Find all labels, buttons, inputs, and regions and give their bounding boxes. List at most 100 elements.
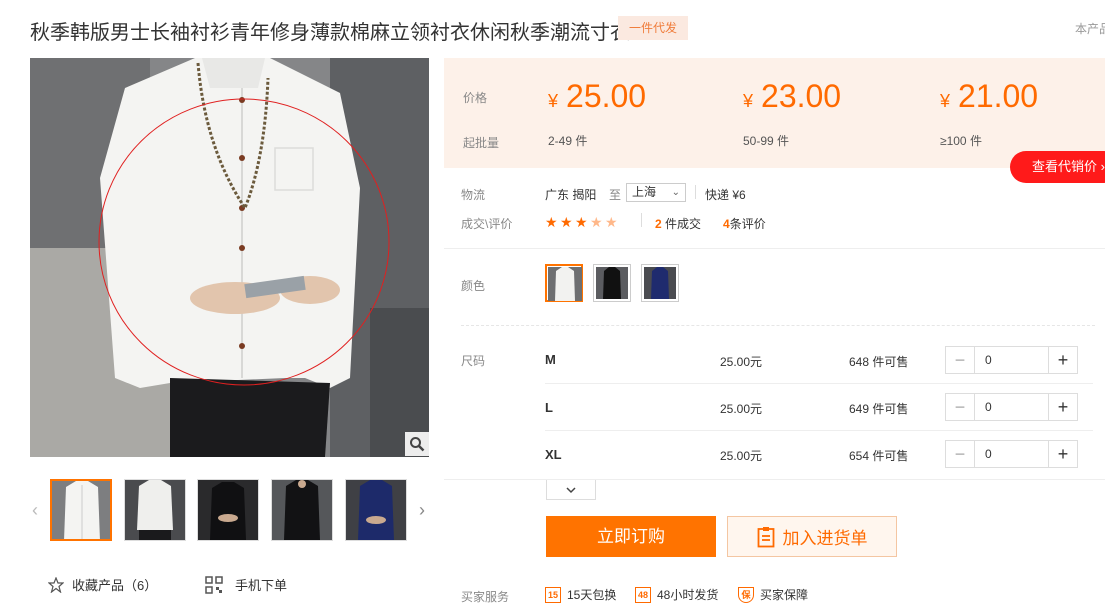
tier-qty: 2-49 (548, 134, 573, 148)
currency-symbol: ¥ (743, 91, 754, 111)
divider (461, 325, 1095, 326)
color-swatch-black[interactable] (593, 264, 631, 302)
quantity-input[interactable]: 0 (975, 347, 1048, 373)
tier-unit: 件 (575, 134, 588, 148)
main-product-image[interactable] (30, 58, 429, 457)
size-price: 25.00元 (720, 355, 763, 369)
size-name: XL (545, 447, 562, 462)
quantity-stepper: − 0 + (945, 393, 1078, 421)
star-outline-icon (48, 576, 64, 593)
size-price: 25.00元 (720, 402, 763, 416)
price-tier-2: ¥23.00 50-99 件 (743, 78, 841, 149)
tier-price: 21.00 (958, 78, 1039, 114)
minus-icon[interactable]: − (946, 441, 975, 467)
price-panel: 价格 起批量 ¥25.00 2-49 件 ¥23.00 50-99 件 ¥21.… (444, 58, 1105, 168)
tier-unit: 件 (777, 134, 790, 148)
rating-star-icon: ★ (545, 214, 558, 230)
divider (545, 383, 1093, 384)
price-tier-1: ¥25.00 2-49 件 (548, 78, 646, 149)
size-name: M (545, 352, 556, 367)
color-swatch-white[interactable] (545, 264, 583, 302)
zoom-icon[interactable] (405, 432, 429, 456)
service-text: 15天包换 (567, 588, 617, 602)
deals-label: 成交\评价 (461, 217, 513, 231)
tier-qty: ≥100 (940, 134, 967, 148)
chevron-down-icon (566, 486, 576, 493)
service-text: 买家保障 (760, 588, 809, 602)
dropship-label: 查看代销价 (1032, 159, 1098, 174)
service-exchange: 15 15天包换 (545, 586, 616, 603)
divider (444, 479, 1105, 480)
plus-icon[interactable]: + (1048, 394, 1077, 420)
rating-star-icon: ★ (590, 214, 603, 230)
rating-star-icon: ★ (575, 214, 588, 230)
minus-icon[interactable]: − (946, 347, 975, 373)
service-protection: 保 买家保障 (738, 586, 808, 603)
service-shipping: 48 48小时发货 (635, 586, 718, 603)
quantity-input[interactable]: 0 (975, 441, 1048, 467)
chevron-down-icon: ⌄ (671, 187, 680, 198)
clipboard-icon (757, 526, 774, 547)
deal-suffix: 件成交 (665, 217, 702, 231)
plus-icon[interactable]: + (1048, 347, 1077, 373)
dropship-badge[interactable]: 一件代发 (618, 16, 688, 40)
size-label: 尺码 (461, 354, 486, 368)
tier-price: 25.00 (566, 78, 647, 114)
review-count-value: 4 (723, 217, 730, 231)
size-stock: 654 件可售 (849, 449, 909, 463)
add-to-cart-button[interactable]: 加入进货单 (727, 516, 897, 557)
thumbnail-4[interactable] (271, 479, 333, 541)
buy-now-button[interactable]: 立即订购 (546, 516, 716, 557)
tier-price: 23.00 (761, 78, 842, 114)
exchange-icon: 15 (545, 586, 561, 603)
price-tier-3: ¥21.00 ≥100 件 (940, 78, 1038, 149)
divider (545, 430, 1093, 431)
plus-icon[interactable]: + (1048, 441, 1077, 467)
quantity-input[interactable]: 0 (975, 394, 1048, 420)
size-price: 25.00元 (720, 449, 763, 463)
ship-to-word: 至 (609, 188, 622, 202)
thumb-next-icon[interactable]: › (415, 496, 429, 524)
ship-from: 广东 揭阳 (545, 188, 597, 202)
thumbnail-1[interactable] (50, 479, 112, 541)
quantity-stepper: − 0 + (945, 440, 1078, 468)
tier-unit: 件 (969, 134, 982, 148)
divider (641, 213, 642, 227)
thumb-prev-icon[interactable]: ‹ (28, 496, 42, 524)
thumbnail-3[interactable] (197, 479, 259, 541)
rating-star-icon: ★ (605, 214, 618, 230)
thumbnail-5[interactable] (345, 479, 407, 541)
add-to-cart-label: 加入进货单 (782, 529, 868, 548)
quantity-stepper: − 0 + (945, 346, 1078, 374)
qrcode-icon (205, 575, 223, 594)
top-right-text: 本产品 (1075, 22, 1105, 36)
tier-qty: 50-99 (743, 134, 774, 148)
shield-icon: 保 (738, 586, 754, 603)
currency-symbol: ¥ (548, 91, 559, 111)
thumbnail-2[interactable] (124, 479, 186, 541)
divider (444, 248, 1105, 249)
express-fee: 快递 ¥6 (705, 188, 746, 202)
shirt-photo (30, 58, 429, 457)
divider (695, 185, 696, 199)
destination-select[interactable]: 上海 ⌄ (626, 183, 686, 202)
mobile-label: 手机下单 (235, 578, 288, 593)
color-swatch-navy[interactable] (641, 264, 679, 302)
view-dropship-price-button[interactable]: 查看代销价 › (1010, 151, 1105, 183)
services-label: 买家服务 (461, 590, 510, 604)
price-label: 价格 (463, 91, 488, 105)
product-title: 秋季韩版男士长袖衬衫青年修身薄款棉麻立领衬衣休闲秋季潮流寸衣 (30, 22, 630, 44)
deal-count[interactable]: 2 件成交 (655, 215, 701, 232)
currency-symbol: ¥ (940, 91, 951, 111)
favorite-label: 收藏产品（6） (72, 578, 158, 593)
destination-value: 上海 (632, 185, 657, 199)
favorite-product[interactable]: 收藏产品（6） (48, 575, 157, 594)
size-stock: 649 件可售 (849, 402, 909, 416)
color-label: 颜色 (461, 279, 486, 293)
review-suffix: 条评价 (729, 217, 766, 231)
expand-sizes-toggle[interactable] (546, 480, 596, 500)
shipping-time-icon: 48 (635, 586, 651, 603)
mobile-order[interactable]: 手机下单 (205, 575, 287, 594)
review-count[interactable]: 4条评价 (723, 215, 766, 232)
minus-icon[interactable]: − (946, 394, 975, 420)
